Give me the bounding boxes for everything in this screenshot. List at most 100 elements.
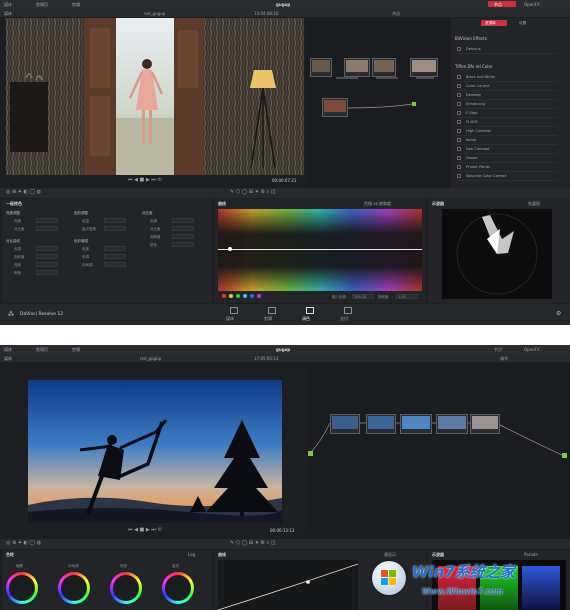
effect-icon xyxy=(457,129,461,133)
lut-item[interactable]: F-Stop xyxy=(457,110,557,118)
transport-controls-2[interactable]: ⏮ ◀ ■ ▶ ⏭ ⟲ xyxy=(128,528,162,533)
menu-media-2[interactable]: 媒体 xyxy=(4,347,12,352)
param-field[interactable] xyxy=(104,254,126,259)
swatch-green[interactable] xyxy=(236,294,240,298)
viewer-image-doorway[interactable] xyxy=(6,18,304,175)
swatch-magenta[interactable] xyxy=(257,294,261,298)
page-tab-label[interactable]: 剪辑 xyxy=(264,316,272,321)
param-field[interactable] xyxy=(172,218,194,223)
node-d[interactable] xyxy=(436,414,468,434)
node-5[interactable] xyxy=(322,98,348,117)
param-field[interactable] xyxy=(36,262,58,267)
curve-point[interactable] xyxy=(228,247,232,251)
node-c[interactable] xyxy=(400,414,432,434)
node-a[interactable] xyxy=(330,414,360,434)
node-1[interactable] xyxy=(310,58,332,77)
node-mode-label-2[interactable]: 调节 xyxy=(500,356,508,361)
lut-defocus[interactable]: Defocus xyxy=(457,46,557,54)
color-wheel[interactable] xyxy=(58,572,90,604)
settings-gear-icon[interactable]: ⚙ xyxy=(556,310,561,317)
page-tab-label[interactable]: 调色 xyxy=(302,316,310,321)
output-connector-2[interactable] xyxy=(562,453,567,458)
node-4[interactable] xyxy=(410,58,438,77)
page-tab-icon[interactable] xyxy=(344,307,352,314)
param-field[interactable] xyxy=(104,246,126,251)
custom-curve-graph[interactable] xyxy=(217,560,359,610)
node-2[interactable] xyxy=(344,58,370,77)
menu-edit-page-2[interactable]: 剪辑页 xyxy=(36,347,48,352)
input-connector[interactable] xyxy=(308,451,313,456)
node-3[interactable] xyxy=(372,58,396,77)
nodes-tab-active[interactable] xyxy=(488,1,516,7)
color-wheel[interactable] xyxy=(162,572,194,604)
scope-mode[interactable]: 矢量图 xyxy=(528,201,540,206)
param-field[interactable] xyxy=(104,226,126,231)
menu-edit[interactable]: 剪辑 xyxy=(72,2,80,7)
lut-item[interactable]: Kahlo xyxy=(457,137,557,145)
param-field[interactable] xyxy=(36,226,58,231)
menu-edit-2[interactable]: 剪辑 xyxy=(72,347,80,352)
curve-line[interactable] xyxy=(218,249,422,250)
color-wheel[interactable] xyxy=(110,572,142,604)
toolbar-icons-middle[interactable]: ✎ ⬡ ◯ ⊞ ✦ ⚙ ⌕ ◫ xyxy=(230,190,276,195)
menu-nodes[interactable]: 节点 xyxy=(494,2,502,7)
param-label: 高光复原 xyxy=(82,227,96,231)
param-field[interactable] xyxy=(172,226,194,231)
color-wheel[interactable] xyxy=(6,572,38,604)
param-field[interactable] xyxy=(172,242,194,247)
output-connector[interactable] xyxy=(412,102,416,106)
param-label: 色调 xyxy=(14,247,21,251)
swatch-yellow[interactable] xyxy=(229,294,233,298)
node-e[interactable] xyxy=(470,414,500,434)
lut-item[interactable]: FL-B/D xyxy=(457,119,557,127)
lut-item[interactable]: High Contrast xyxy=(457,128,557,136)
param-field[interactable] xyxy=(172,234,194,239)
page-tab-label[interactable]: 交付 xyxy=(340,316,348,321)
vectorscope-graph xyxy=(456,213,538,295)
param-field[interactable] xyxy=(104,262,126,267)
page-tab-icon[interactable] xyxy=(306,307,314,314)
lut-item[interactable]: Black and White xyxy=(457,74,557,82)
menu-media[interactable]: 媒体 xyxy=(4,2,12,7)
param-field[interactable] xyxy=(36,254,58,259)
transport-controls[interactable]: ⏮ ◀ ■ ▶ ⏭ ⟲ xyxy=(128,178,162,183)
viewer-toolbar-2: 媒体 red_gugup 17:05:05:13 调节 xyxy=(0,354,570,362)
node-b[interactable] xyxy=(366,414,396,434)
lut-item[interactable]: Ozone xyxy=(457,155,557,163)
param-field[interactable] xyxy=(36,218,58,223)
menu-openfx-2[interactable]: OpenFX xyxy=(524,347,540,352)
lut-item[interactable]: Printer Points xyxy=(457,164,557,172)
hue-sat-curve-graph[interactable] xyxy=(218,209,422,291)
menu-openfx[interactable]: OpenFX xyxy=(524,2,540,7)
toolbar-icons-left[interactable]: ◎ ⊕ ✦ ◐ ◯ ◍ xyxy=(6,190,41,195)
node-graph[interactable] xyxy=(306,18,450,186)
page-tab-icon[interactable] xyxy=(230,307,238,314)
swatch-cyan[interactable] xyxy=(243,294,247,298)
swatch-blue[interactable] xyxy=(250,294,254,298)
lut-item[interactable]: Low Contrast xyxy=(457,146,557,154)
menu-edit-page[interactable]: 剪辑页 xyxy=(36,2,48,7)
lut-item[interactable]: Saturate Color Correct xyxy=(457,173,557,181)
param-field[interactable] xyxy=(104,218,126,223)
page-tab-icon[interactable] xyxy=(268,307,276,314)
output-value[interactable]: 1.00 xyxy=(396,294,418,299)
node-graph-2[interactable] xyxy=(306,363,570,535)
lut-item[interactable]: Develop xyxy=(457,92,557,100)
param-field[interactable] xyxy=(36,270,58,275)
page-tab-label[interactable]: 媒体 xyxy=(226,316,234,321)
toolbar-icons-left-2[interactable]: ◎ ⊕ ✦ ◐ ◯ ◍ xyxy=(6,541,41,546)
viewer-image-silhouette[interactable] xyxy=(28,380,282,523)
param-field[interactable] xyxy=(36,246,58,251)
input-value[interactable]: 209.20 xyxy=(352,294,374,299)
library-tab[interactable]: 资源库 xyxy=(485,21,496,26)
lut-item[interactable]: Color Correct xyxy=(457,83,557,91)
scopes-panel: 示波器 矢量图 xyxy=(428,199,570,303)
log-mode[interactable]: Log xyxy=(188,552,195,557)
curves-mode[interactable]: 色相 vs 饱和度 xyxy=(364,201,391,206)
swatch-red[interactable] xyxy=(222,294,226,298)
menu-nodes-2[interactable]: 节点 xyxy=(494,347,502,352)
settings-tab[interactable]: 设置 xyxy=(519,21,526,26)
toolbar-icons-middle-2[interactable]: ✎ ⬡ ◯ ⊞ ✦ ⚙ ⌕ ◫ xyxy=(230,541,276,546)
node-mode-label[interactable]: 节点 xyxy=(392,11,400,16)
lut-item[interactable]: Enhancing xyxy=(457,101,557,109)
